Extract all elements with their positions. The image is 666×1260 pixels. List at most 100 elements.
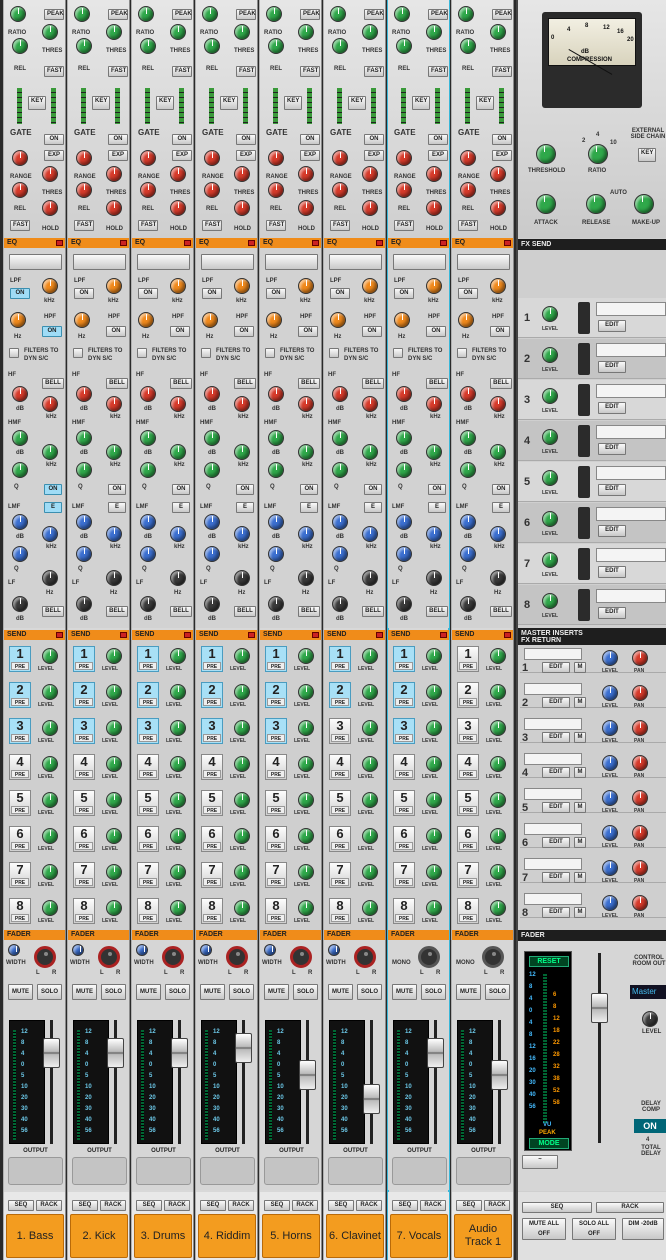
rack-button[interactable]: RACK bbox=[292, 1200, 318, 1211]
fx-return-pan-knob[interactable] bbox=[632, 685, 648, 701]
pan-knob[interactable] bbox=[482, 946, 504, 968]
hmf-q-knob[interactable] bbox=[76, 462, 92, 478]
fx-return-level-knob[interactable] bbox=[602, 755, 618, 771]
lmf-gain-knob[interactable] bbox=[140, 514, 156, 530]
master-eq-curve-button[interactable]: ~ bbox=[522, 1155, 558, 1169]
fx-return-pan-knob[interactable] bbox=[632, 860, 648, 876]
fx-send-device-slot[interactable] bbox=[596, 425, 666, 439]
eq-curve-button[interactable] bbox=[137, 254, 190, 270]
channel-name[interactable]: 4. Riddim bbox=[198, 1214, 256, 1258]
hmf-q-knob[interactable] bbox=[460, 462, 476, 478]
lmf-q-knob[interactable] bbox=[12, 546, 28, 562]
send-1-button[interactable]: 1 PRE bbox=[201, 646, 223, 672]
send-level-knob[interactable] bbox=[490, 648, 506, 664]
send-pre-button[interactable]: PRE bbox=[75, 770, 93, 778]
send-level-knob[interactable] bbox=[362, 756, 378, 772]
threshold-knob[interactable] bbox=[396, 38, 412, 54]
send-pre-button[interactable]: PRE bbox=[331, 734, 349, 742]
fx-return-device-slot[interactable] bbox=[524, 683, 582, 695]
reset-button[interactable]: RESET bbox=[529, 956, 569, 967]
fx-send-level-knob[interactable] bbox=[542, 511, 558, 527]
send-pre-button[interactable]: PRE bbox=[203, 662, 221, 670]
send-pre-button[interactable]: PRE bbox=[267, 698, 285, 706]
send-level-knob[interactable] bbox=[362, 900, 378, 916]
hpf-on-button[interactable]: ON bbox=[490, 326, 510, 337]
hmf-freq-knob[interactable] bbox=[362, 444, 378, 460]
gate-on-button[interactable]: ON bbox=[44, 134, 64, 145]
send-level-knob[interactable] bbox=[426, 648, 442, 664]
gate-threshold-knob[interactable] bbox=[396, 150, 412, 166]
seq-button[interactable]: SEQ bbox=[264, 1200, 290, 1211]
send-inserts-led[interactable] bbox=[120, 632, 127, 638]
lmf-freq-knob[interactable] bbox=[298, 526, 314, 542]
hmf-freq-knob[interactable] bbox=[298, 444, 314, 460]
send-level-knob[interactable] bbox=[490, 900, 506, 916]
lpf-freq-knob[interactable] bbox=[362, 278, 378, 294]
send-2-button[interactable]: 2 PRE bbox=[265, 682, 287, 708]
peak-button[interactable]: PEAK bbox=[364, 9, 384, 20]
fx-return-device-slot[interactable] bbox=[524, 788, 582, 800]
channel-fader-handle[interactable] bbox=[491, 1060, 508, 1090]
gate-fast-button[interactable]: FAST bbox=[138, 220, 158, 231]
hpf-on-button[interactable]: ON bbox=[42, 326, 62, 337]
fx-return-edit-button[interactable]: EDIT bbox=[542, 907, 570, 918]
hf-gain-knob[interactable] bbox=[332, 386, 348, 402]
peak-button[interactable]: PEAK bbox=[108, 9, 128, 20]
peak-knob[interactable] bbox=[202, 6, 218, 22]
send-pre-button[interactable]: PRE bbox=[139, 662, 157, 670]
hmf-freq-knob[interactable] bbox=[426, 444, 442, 460]
fx-return-pan-knob[interactable] bbox=[632, 895, 648, 911]
fx-return-pan-knob[interactable] bbox=[632, 755, 648, 771]
hold-knob[interactable] bbox=[170, 200, 186, 216]
send-level-knob[interactable] bbox=[426, 900, 442, 916]
hmf-q-knob[interactable] bbox=[396, 462, 412, 478]
fx-send-level-knob[interactable] bbox=[542, 470, 558, 486]
lf-bell-button[interactable]: BELL bbox=[170, 606, 192, 617]
fx-return-mute-button[interactable]: M bbox=[574, 767, 586, 778]
solo-button[interactable]: SOLO bbox=[165, 984, 190, 1000]
hmf-on-button[interactable]: ON bbox=[172, 484, 190, 495]
rack-button[interactable]: RACK bbox=[36, 1200, 62, 1211]
send-3-button[interactable]: 3 PRE bbox=[73, 718, 95, 744]
lmf-gain-knob[interactable] bbox=[396, 514, 412, 530]
hf-gain-knob[interactable] bbox=[396, 386, 412, 402]
send-level-knob[interactable] bbox=[42, 720, 58, 736]
pan-knob[interactable] bbox=[354, 946, 376, 968]
fx-return-mute-button[interactable]: M bbox=[574, 872, 586, 883]
send-3-button[interactable]: 3 PRE bbox=[457, 718, 479, 744]
send-level-knob[interactable] bbox=[298, 648, 314, 664]
hold-knob[interactable] bbox=[298, 200, 314, 216]
mute-button[interactable]: MUTE bbox=[8, 984, 33, 1000]
send-pre-button[interactable]: PRE bbox=[331, 698, 349, 706]
hmf-freq-knob[interactable] bbox=[42, 444, 58, 460]
fast-button[interactable]: FAST bbox=[492, 66, 512, 77]
e-button[interactable]: E bbox=[44, 502, 62, 513]
channel-name[interactable]: 1. Bass bbox=[6, 1214, 64, 1258]
fx-return-edit-button[interactable]: EDIT bbox=[542, 662, 570, 673]
mute-button[interactable]: MUTE bbox=[264, 984, 289, 1000]
exp-button[interactable]: EXP bbox=[492, 150, 512, 161]
hf-freq-knob[interactable] bbox=[490, 396, 506, 412]
channel-fader-handle[interactable] bbox=[363, 1084, 380, 1114]
fx-return-mute-button[interactable]: M bbox=[574, 697, 586, 708]
peak-button[interactable]: PEAK bbox=[236, 9, 256, 20]
fx-send-device-slot[interactable] bbox=[596, 302, 666, 316]
fx-send-device-slot[interactable] bbox=[596, 507, 666, 521]
send-level-knob[interactable] bbox=[42, 792, 58, 808]
release-gate-knob[interactable] bbox=[332, 182, 348, 198]
send-level-knob[interactable] bbox=[170, 900, 186, 916]
range-knob[interactable] bbox=[234, 166, 250, 182]
gate-on-button[interactable]: ON bbox=[236, 134, 256, 145]
send-5-button[interactable]: 5 PRE bbox=[201, 790, 223, 816]
hmf-gain-knob[interactable] bbox=[332, 430, 348, 446]
solo-button[interactable]: SOLO bbox=[357, 984, 382, 1000]
lf-freq-knob[interactable] bbox=[42, 570, 58, 586]
hold-knob[interactable] bbox=[426, 200, 442, 216]
send-pre-button[interactable]: PRE bbox=[75, 662, 93, 670]
lpf-on-button[interactable]: ON bbox=[394, 288, 414, 299]
send-pre-button[interactable]: PRE bbox=[139, 914, 157, 922]
e-button[interactable]: E bbox=[300, 502, 318, 513]
send-pre-button[interactable]: PRE bbox=[331, 878, 349, 886]
pan-knob[interactable] bbox=[162, 946, 184, 968]
threshold-knob[interactable] bbox=[12, 38, 28, 54]
